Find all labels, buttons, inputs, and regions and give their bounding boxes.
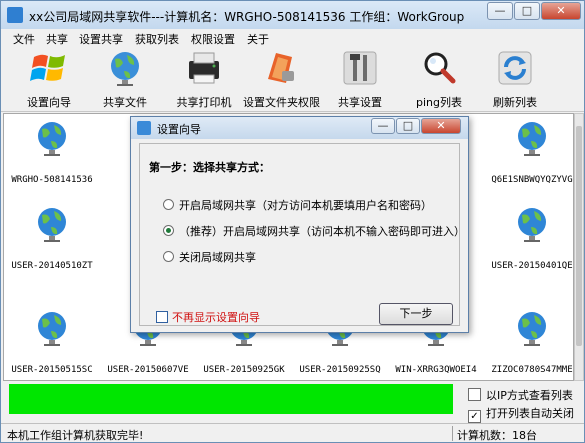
dialog-icon [137, 121, 151, 135]
main-window: xx公司局域网共享软件---计算机名：WRGHO-508141536 工作组：W… [0, 0, 585, 443]
computer-item[interactable]: USER-20150401QE [484, 206, 573, 271]
toolbar: 设置向导 共享文件 共享打印机 设置文件夹权限 共享设置 ping列表 刷新列表 [1, 47, 584, 112]
network-computer-icon [38, 208, 66, 242]
network-computer-icon [38, 122, 66, 156]
computer-count: 计算机数：18台 [457, 429, 537, 442]
network-computer-icon [518, 208, 546, 242]
globe-icon [111, 52, 139, 86]
dont-show-wizard-checkbox[interactable]: 不再显示设置向导 [156, 309, 260, 325]
auto-close-checkbox[interactable]: ✓ 打开列表自动关闭 [468, 405, 574, 423]
computer-item[interactable]: ZIZOC0780S47MME [484, 310, 573, 375]
share-option-no-password[interactable]: （推荐）开启局域网共享（访问本机不输入密码即可进入） [163, 223, 465, 239]
view-by-ip-checkbox[interactable]: 以IP方式查看列表 [468, 387, 573, 403]
checkbox-box[interactable]: ✓ [468, 410, 481, 423]
radio-button[interactable] [163, 199, 174, 210]
menu-permissions[interactable]: 权限设置 [191, 31, 235, 47]
folder-key-icon [268, 53, 294, 83]
share-option-with-password[interactable]: 开启局域网共享（对方访问本机要填用户名和密码） [163, 197, 432, 213]
app-icon [7, 7, 23, 23]
toolbar-label: 设置文件夹权限 [243, 96, 320, 109]
menu-get-list[interactable]: 获取列表 [135, 31, 179, 47]
toolbar-share-files-button[interactable]: 共享文件 [97, 49, 153, 110]
menu-bar: 文件 共享 设置共享 获取列表 权限设置 关于 [1, 29, 584, 47]
share-option-off[interactable]: 关闭局域网共享 [163, 249, 256, 265]
computer-name: USER-20150515SC [11, 365, 93, 375]
toolbar-ping-list-button[interactable]: ping列表 [413, 49, 465, 110]
magnifier-icon [424, 52, 456, 84]
step-heading: 第一步：选择共享方式： [149, 161, 270, 174]
menu-share-settings[interactable]: 设置共享 [79, 31, 123, 47]
dialog-maximize-button[interactable]: □ [396, 118, 420, 134]
toolbar-share-settings-button[interactable]: 共享设置 [335, 49, 385, 110]
network-computer-icon [518, 122, 546, 156]
menu-file[interactable]: 文件 [13, 31, 35, 47]
computer-item[interactable]: Q6E1SNBWQYQZYVG [484, 120, 573, 185]
computer-name: USER-20150925GK [203, 365, 285, 375]
radio-button[interactable] [163, 251, 174, 262]
checkbox-label: 不再显示设置向导 [172, 311, 260, 324]
progress-bar [9, 384, 453, 414]
radio-label: 开启局域网共享（对方访问本机要填用户名和密码） [179, 199, 432, 212]
computer-name: USER-20150607VE [107, 365, 189, 375]
checkbox-box[interactable] [468, 388, 481, 401]
dialog-minimize-button[interactable]: — [371, 118, 395, 134]
dialog-close-button[interactable]: ✕ [421, 118, 461, 134]
status-message: 本机工作组计算机获取完毕! [7, 429, 144, 442]
close-button[interactable]: ✕ [541, 2, 581, 20]
computer-item[interactable]: USER-20150515SC [4, 310, 100, 375]
next-button[interactable]: 下一步 [379, 303, 453, 325]
checkbox-box[interactable] [156, 311, 168, 323]
windows-logo-icon [30, 54, 65, 81]
status-separator [452, 426, 453, 441]
computer-name: ZIZOC0780S47MME [491, 365, 573, 375]
toolbar-setup-wizard-button[interactable]: 设置向导 [19, 49, 79, 110]
scrollbar-thumb[interactable] [576, 126, 582, 346]
toolbar-label: 共享文件 [103, 96, 147, 109]
printer-icon [189, 52, 219, 84]
toolbar-label: 刷新列表 [493, 96, 537, 109]
maximize-button[interactable]: □ [514, 2, 540, 20]
refresh-icon [498, 51, 532, 85]
menu-share[interactable]: 共享 [46, 31, 68, 47]
toolbar-label: 共享设置 [338, 96, 382, 109]
window-title: xx公司局域网共享软件---计算机名：WRGHO-508141536 工作组：W… [29, 10, 465, 24]
computer-item[interactable]: WRGHO-508141536 [4, 120, 100, 185]
tools-icon [343, 51, 377, 85]
computer-name: USER-20150401QE [491, 261, 573, 271]
status-bar: 本机工作组计算机获取完毕! 计算机数：18台 [1, 423, 584, 443]
checkbox-label: 打开列表自动关闭 [486, 407, 574, 420]
computer-name: WRGHO-508141536 [11, 175, 93, 185]
network-computer-icon [38, 312, 66, 346]
computer-name: USER-20140510ZT [11, 261, 93, 271]
checkbox-label: 以IP方式查看列表 [486, 389, 573, 402]
toolbar-share-printer-button[interactable]: 共享打印机 [173, 49, 235, 110]
dialog-title-bar: 设置向导 — □ ✕ [131, 117, 468, 139]
dialog-title: 设置向导 [157, 123, 201, 136]
minimize-button[interactable]: — [487, 2, 513, 20]
toolbar-label: 设置向导 [27, 96, 71, 109]
computer-name: Q6E1SNBWQYQZYVG [491, 175, 573, 185]
radio-label: 关闭局域网共享 [179, 251, 256, 264]
network-computer-icon [518, 312, 546, 346]
vertical-scrollbar[interactable] [574, 113, 584, 381]
menu-about[interactable]: 关于 [247, 31, 269, 47]
toolbar-refresh-list-button[interactable]: 刷新列表 [489, 49, 541, 110]
setup-wizard-dialog: 设置向导 — □ ✕ 第一步：选择共享方式： 开启局域网共享（对方访问本机要填用… [130, 116, 469, 333]
toolbar-label: 共享打印机 [176, 96, 232, 109]
toolbar-label: ping列表 [416, 96, 462, 109]
title-bar: xx公司局域网共享软件---计算机名：WRGHO-508141536 工作组：W… [1, 1, 584, 29]
radio-button-selected[interactable] [163, 225, 174, 236]
computer-name: WIN-XRRG3QWOEI4 [395, 365, 477, 375]
computer-name: USER-20150925SQ [299, 365, 381, 375]
toolbar-folder-permissions-button[interactable]: 设置文件夹权限 [243, 49, 320, 110]
radio-label: （推荐）开启局域网共享（访问本机不输入密码即可进入） [179, 225, 465, 238]
computer-item[interactable]: USER-20140510ZT [4, 206, 100, 271]
